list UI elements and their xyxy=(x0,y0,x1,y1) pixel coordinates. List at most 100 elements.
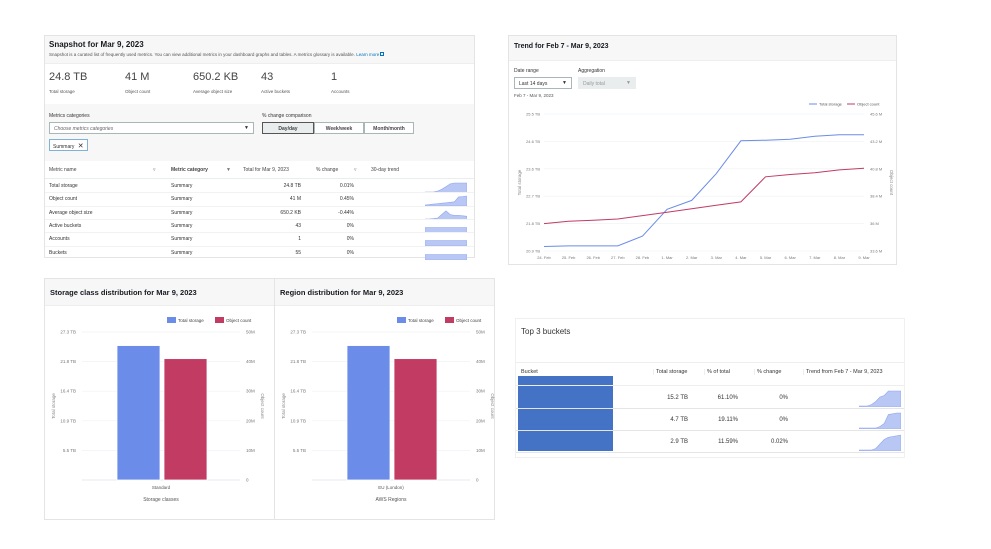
summary-chip-label: Summary xyxy=(53,144,75,150)
week-week-button[interactable]: Week/week xyxy=(314,122,364,134)
y2-tick-label: 0 xyxy=(476,478,479,483)
sparkline xyxy=(424,247,468,265)
top-buckets-title: Top 3 buckets xyxy=(521,327,571,336)
x-axis-label: Storage classes xyxy=(143,497,179,503)
metric-value: 41 M xyxy=(125,71,150,83)
y-tick-label: 20.9 TB xyxy=(526,249,540,254)
caret-down-icon: ▼ xyxy=(244,125,249,131)
close-icon[interactable]: ✕ xyxy=(78,143,84,150)
y-tick-label: 21.8 TB xyxy=(526,221,540,226)
x-tick-label: 28. Feb xyxy=(636,255,650,260)
metric-total: 41 M xyxy=(289,196,301,203)
y2-tick-label: 10M xyxy=(246,448,255,453)
x-tick-label: 6. Mar xyxy=(784,255,796,260)
table-row xyxy=(45,205,474,219)
bar-total-storage xyxy=(346,345,391,481)
legend-label: Total storage xyxy=(819,102,843,107)
storage-class-bar-chart: Storage class distribution for Mar 9, 20… xyxy=(50,288,265,503)
x-tick-label: 4. Mar xyxy=(735,255,747,260)
y-axis-label: Total storage xyxy=(517,169,522,195)
bucket-change: 0% xyxy=(779,417,788,423)
metric-change: 0.45% xyxy=(339,196,354,203)
metric-value: 1 xyxy=(331,71,338,83)
y2-tick-label: 43.2 M xyxy=(870,139,882,144)
x-tick-label: Standard xyxy=(152,485,171,490)
snapshot-title: Snapshot for Mar 9, 2023 xyxy=(49,40,144,49)
external-link-icon xyxy=(380,52,385,56)
x-tick-label: EU (London) xyxy=(378,485,404,490)
bucket-column-header-3[interactable]: % change xyxy=(754,369,781,375)
day-day-button[interactable]: Day/day xyxy=(262,122,314,134)
y-tick-label: 21.8 TB xyxy=(290,359,306,364)
region-panel: Region distribution for Mar 9, 2023 Total… xyxy=(274,278,495,520)
x-tick-label: 5. Mar xyxy=(760,255,772,260)
metric-category: Summary xyxy=(171,209,193,216)
metric-total: 55 xyxy=(295,249,301,256)
metric-name: Total storage xyxy=(49,183,78,189)
metric-category: Summary xyxy=(171,222,193,229)
filter-icon[interactable]: ▿ xyxy=(354,167,357,173)
y-axis-label: Total storage xyxy=(281,393,286,419)
chart-title: Region distribution for Mar 9, 2023 xyxy=(280,288,403,297)
metrics-categories-label: Metrics categories xyxy=(49,113,90,119)
metric-category: Summary xyxy=(171,196,193,203)
sparkline-area xyxy=(858,412,902,430)
sort-icon[interactable]: ▼ xyxy=(226,167,231,173)
y-axis-label: Total storage xyxy=(51,393,56,419)
legend-label: Object count xyxy=(226,318,252,323)
metric-change: 0% xyxy=(346,249,354,256)
y2-tick-label: 20M xyxy=(476,418,485,423)
metric-total: 1 xyxy=(298,236,301,243)
metric-label: Object count xyxy=(125,89,151,94)
metric-category: Summary xyxy=(171,236,193,243)
summary-chip: Summary ✕ xyxy=(49,139,88,151)
column-header-4[interactable]: 30-day trend xyxy=(371,167,399,173)
bucket-change: 0.02% xyxy=(770,439,788,445)
month-month-button[interactable]: Month/month xyxy=(364,122,414,134)
bucket-column-header-4[interactable]: Trend from Feb 7 - Mar 9, 2023 xyxy=(803,369,883,375)
y-tick-label: 22.7 TB xyxy=(526,194,540,199)
metric-change: 0% xyxy=(346,236,354,243)
metrics-categories-placeholder: Choose metrics categories xyxy=(54,126,114,132)
snapshot-subtitle: Snapshot is a curated list of frequently… xyxy=(49,52,355,57)
column-header-2[interactable]: Total for Mar 9, 2023 xyxy=(243,167,289,173)
y2-tick-label: 45.6 M xyxy=(870,112,882,117)
metric-name: Average object size xyxy=(49,209,93,216)
row-divider xyxy=(516,430,904,431)
sparkline-area xyxy=(858,390,902,408)
bucket-storage: 4.7 TB xyxy=(670,417,688,423)
table-row xyxy=(45,192,474,205)
x-tick-label: 27. Feb xyxy=(611,255,625,260)
snapshot-panel: Snapshot for Mar 9, 2023 Snapshot is a c… xyxy=(44,35,475,260)
metric-name: Object count xyxy=(49,196,78,203)
bucket-storage: 15.2 TB xyxy=(667,395,688,401)
metrics-table: Metric name Metric category Total for Mar … xyxy=(45,161,474,260)
trend-panel: Trend for Feb 7 - Mar 9, 2023 Date range… xyxy=(508,35,897,265)
column-header-1[interactable]: Metric category xyxy=(171,167,208,173)
metric-change: 0.01% xyxy=(339,183,354,189)
y-tick-label: 16.4 TB xyxy=(60,389,76,394)
x-tick-label: 1. Mar xyxy=(661,255,673,260)
metric-category: Summary xyxy=(171,183,193,189)
learn-more-link[interactable]: Learn more xyxy=(356,52,379,57)
column-header-3[interactable]: % change xyxy=(316,167,338,173)
y2-axis-label: Object count xyxy=(889,170,894,196)
comparison-label: % change comparison xyxy=(262,113,312,119)
y2-tick-label: 10M xyxy=(476,448,485,453)
metric-name: Active buckets xyxy=(49,222,82,229)
legend-swatch xyxy=(167,317,176,323)
filter-icon[interactable]: ▿ xyxy=(153,167,156,173)
bucket-storage: 2.9 TB xyxy=(670,439,688,445)
table-row xyxy=(45,245,474,259)
metrics-categories-select[interactable]: Choose metrics categories ▼ xyxy=(49,122,254,134)
bucket-column-header-2[interactable]: % of total xyxy=(704,369,730,375)
y2-tick-label: 38.4 M xyxy=(870,194,882,199)
y2-axis-label: Object count xyxy=(260,393,265,419)
bucket-column-header-1[interactable]: Total storage xyxy=(653,369,688,375)
y-tick-label: 10.9 TB xyxy=(60,418,76,423)
column-header-0[interactable]: Metric name xyxy=(49,167,77,173)
x-tick-label: 7. Mar xyxy=(809,255,821,260)
metric-value: 43 xyxy=(261,71,274,83)
bucket-column-header-0[interactable]: Bucket xyxy=(521,369,538,375)
row-divider xyxy=(516,452,904,453)
